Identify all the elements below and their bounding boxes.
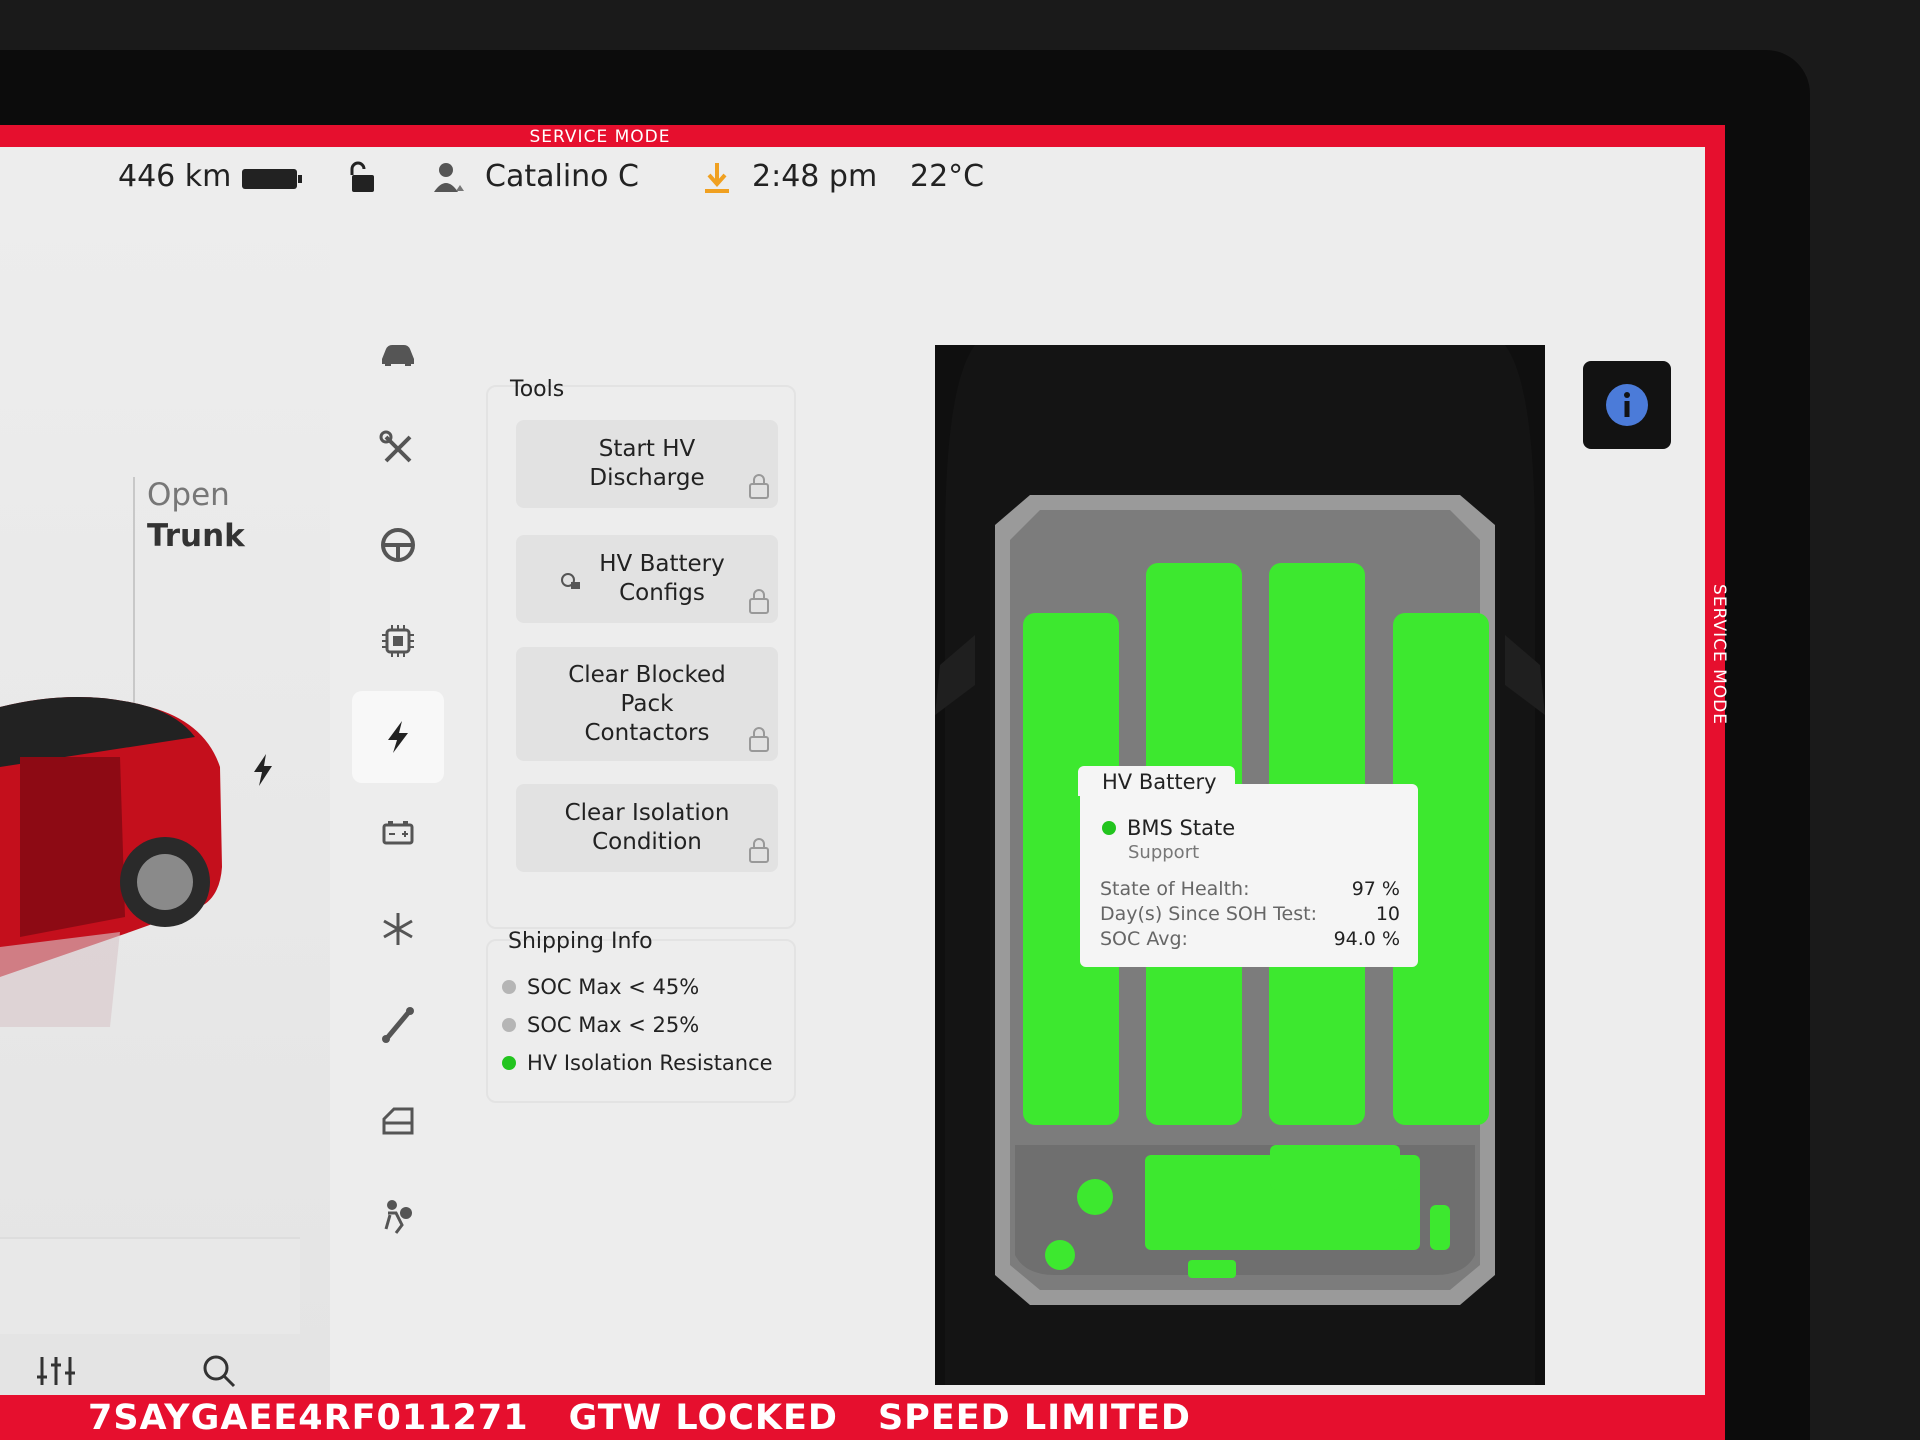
screen: SERVICE MODE SERVICE MODE 446 km Catalin…	[0, 125, 1729, 1440]
door-icon	[382, 1107, 414, 1135]
shipping-info-title: Shipping Info	[508, 929, 653, 954]
soc-avg-label: SOC Avg:	[1100, 928, 1188, 950]
battery-icon	[242, 169, 302, 189]
shipping-item-label: SOC Max < 45%	[527, 975, 700, 999]
car-model-image	[0, 697, 222, 1027]
soh-value: 97 %	[1351, 878, 1400, 900]
days-since-soh-value: 10	[1375, 903, 1400, 925]
contactor-module	[1270, 1145, 1400, 1190]
tools-icon	[379, 430, 412, 463]
search-icon[interactable]	[203, 1355, 236, 1388]
service-mode-banner-top: SERVICE MODE	[529, 127, 671, 147]
controls-sliders-icon[interactable]	[37, 1357, 75, 1385]
speed-status: SPEED LIMITED	[877, 1397, 1191, 1438]
trunk-open-text: Open	[147, 477, 230, 513]
battery-12v-icon	[382, 821, 414, 845]
service-status-bar: 7SAYGAEE4RF011271 GTW LOCKED SPEED LIMIT…	[0, 1395, 1725, 1440]
bms-state-row: BMS State	[1102, 816, 1235, 840]
status-bar: 446 km Catalino C 2:48 pm 22°C	[0, 147, 1100, 207]
lock-icon	[749, 727, 769, 752]
tools-title: Tools	[510, 377, 565, 402]
car-icon	[382, 345, 414, 366]
shock-absorber-icon	[382, 1007, 414, 1043]
config-icon	[561, 573, 580, 589]
service-mode-banner-right: SERVICE MODE	[1709, 584, 1729, 725]
bottom-dock	[37, 1355, 236, 1388]
shipping-item-label: HV Isolation Resistance	[527, 1051, 773, 1075]
chip-icon	[382, 625, 414, 657]
outside-temperature: 22°C	[910, 159, 985, 194]
info-button[interactable]	[1583, 361, 1671, 449]
status-dot	[502, 1018, 516, 1032]
lightning-icon	[388, 721, 408, 753]
open-trunk-button[interactable]: Open Trunk	[147, 475, 245, 557]
tool-label: Clear Isolation Condition	[564, 800, 730, 855]
hv-battery-title: HV Battery	[1078, 766, 1235, 796]
hv-battery-info-card: HV Battery BMS State Support State of He…	[1078, 766, 1418, 967]
clear-blocked-pack-contactors-button[interactable]: Clear Blocked Pack Contactors	[516, 647, 778, 761]
status-dot	[502, 980, 516, 994]
shipping-item-soc-45: SOC Max < 45%	[502, 975, 699, 999]
nav-safety[interactable]	[352, 1171, 444, 1263]
bms-state-label: BMS State	[1127, 816, 1236, 840]
start-hv-discharge-button[interactable]: Start HV Discharge	[516, 420, 778, 508]
nav-vehicle[interactable]	[352, 307, 444, 399]
tool-label: Clear Blocked Pack Contactors	[568, 661, 726, 746]
soh-row: State of Health: 97 %	[1100, 878, 1400, 900]
tool-label: HV Battery Configs	[599, 551, 725, 606]
soc-avg-row: SOC Avg: 94.0 %	[1100, 928, 1400, 950]
lock-icon	[749, 589, 769, 614]
software-download-icon[interactable]	[702, 159, 732, 195]
snowflake-icon	[383, 913, 413, 945]
days-since-soh-row: Day(s) Since SOH Test: 10	[1100, 903, 1400, 925]
trunk-text: Trunk	[147, 518, 245, 554]
lock-icon	[749, 474, 769, 499]
car-visualization-pane: Open Trunk	[0, 207, 330, 1395]
user-profile-icon[interactable]	[432, 161, 466, 193]
nav-steering[interactable]	[352, 499, 444, 591]
nav-chip[interactable]	[352, 595, 444, 687]
vin: 7SAYGAEE4RF011271	[88, 1397, 529, 1438]
charge-port-icon[interactable]	[250, 752, 276, 788]
lock-icon	[749, 838, 769, 863]
connector-module-2	[1430, 1205, 1450, 1250]
fuse-module-2	[1045, 1240, 1075, 1270]
shipping-item-label: SOC Max < 25%	[527, 1013, 700, 1037]
clear-isolation-condition-button[interactable]: Clear Isolation Condition	[516, 784, 778, 872]
quick-controls-panel	[0, 1237, 300, 1334]
info-icon	[1606, 384, 1648, 426]
hv-battery-configs-button[interactable]: HV Battery Configs	[516, 535, 778, 623]
service-ui: 446 km Catalino C 2:48 pm 22°C Open Trun…	[0, 147, 1705, 1395]
nav-low-voltage-battery[interactable]	[352, 787, 444, 879]
nav-thermal[interactable]	[352, 883, 444, 975]
days-since-soh-label: Day(s) Since SOH Test:	[1100, 903, 1317, 925]
unlock-icon[interactable]	[348, 161, 378, 193]
clock: 2:48 pm	[752, 159, 878, 194]
soh-label: State of Health:	[1100, 878, 1250, 900]
tool-label: Start HV Discharge	[589, 436, 705, 491]
nav-closures[interactable]	[352, 1075, 444, 1167]
fuse-module	[1077, 1179, 1113, 1215]
bms-state-value: Support	[1128, 842, 1200, 863]
status-dot	[502, 1056, 516, 1070]
steering-wheel-icon	[381, 528, 415, 562]
shipping-item-hv-isolation: HV Isolation Resistance	[502, 1051, 773, 1075]
bms-status-dot	[1102, 821, 1116, 835]
nav-suspension[interactable]	[352, 979, 444, 1071]
gtw-status: GTW LOCKED	[568, 1397, 838, 1438]
airbag-icon	[384, 1200, 412, 1234]
nav-high-voltage[interactable]	[352, 691, 444, 783]
shipping-item-soc-25: SOC Max < 25%	[502, 1013, 699, 1037]
nav-tools[interactable]	[352, 403, 444, 495]
connector-module	[1188, 1260, 1236, 1278]
user-name[interactable]: Catalino C	[485, 159, 639, 194]
range-readout: 446 km	[118, 159, 232, 194]
soc-avg-value: 94.0 %	[1333, 928, 1400, 950]
